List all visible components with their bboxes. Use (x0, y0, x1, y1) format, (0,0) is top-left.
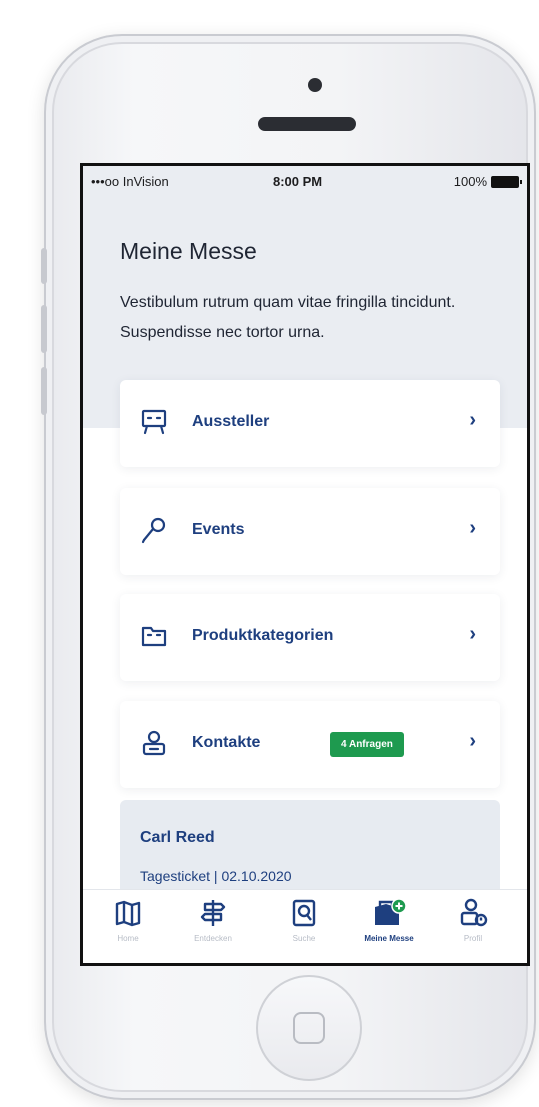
menu-item-label: Kontakte (192, 734, 261, 751)
volume-up-button (41, 305, 47, 353)
ticket-info: Tagesticket | 02.10.2020 (140, 868, 292, 884)
home-button-square (293, 1012, 325, 1044)
menu-item-produktkategorien[interactable]: Produktkategorien › (120, 594, 500, 681)
tab-entdecken[interactable]: Entdecken (173, 898, 253, 943)
menu-item-events[interactable]: Events › (120, 488, 500, 575)
chevron-right-icon: › (469, 623, 476, 645)
volume-down-button (41, 367, 47, 415)
battery-percent: 100% (453, 174, 487, 189)
battery-indicator: 100% (453, 174, 522, 189)
requests-badge: 4 Anfragen (330, 732, 404, 757)
clock: 8:00 PM (273, 174, 323, 189)
tab-label: Suche (292, 934, 316, 943)
tab-label: Entdecken (194, 934, 232, 943)
chevron-right-icon: › (469, 409, 476, 431)
menu-item-kontakte[interactable]: Kontakte 4 Anfragen › (120, 701, 500, 788)
chevron-right-icon: › (469, 517, 476, 539)
tab-bar: Home Entdecken Suche Meine Messe Profil (83, 889, 527, 963)
tab-suche[interactable]: Suche (264, 898, 344, 943)
presentation-board-icon (141, 409, 167, 435)
front-camera (308, 78, 322, 92)
tab-home[interactable]: Home (88, 898, 168, 943)
earpiece-speaker (258, 117, 356, 131)
home-button[interactable] (256, 975, 362, 1081)
bag-plus-icon (375, 898, 407, 925)
page-description: Vestibulum rutrum quam vitae fringilla t… (120, 294, 456, 341)
tab-meine-messe[interactable]: Meine Messe (349, 898, 429, 943)
app-screen: •••oo InVision 8:00 PM 100% Meine Messe … (80, 163, 530, 966)
menu-item-label: Aussteller (192, 413, 270, 430)
chevron-right-icon: › (469, 730, 476, 752)
map-icon (115, 900, 141, 927)
signpost-icon (200, 900, 226, 926)
ticket-holder-name: Carl Reed (140, 829, 215, 846)
menu-item-aussteller[interactable]: Aussteller › (120, 380, 500, 467)
tab-label: Meine Messe (364, 934, 414, 943)
tab-label: Home (117, 934, 139, 943)
carrier-label: •••oo InVision (91, 174, 169, 189)
folder-icon (141, 626, 167, 647)
silent-switch (41, 248, 47, 284)
page-title: Meine Messe (120, 238, 257, 264)
menu-item-label: Produktkategorien (192, 627, 334, 644)
microphone-icon (141, 517, 166, 544)
battery-icon (491, 175, 522, 188)
contact-person-icon (142, 730, 166, 756)
status-bar: •••oo InVision 8:00 PM 100% (83, 166, 527, 196)
profile-icon (460, 898, 488, 927)
tab-label: Profil (463, 934, 483, 943)
menu-item-label: Events (192, 521, 245, 538)
tab-profil[interactable]: Profil (433, 898, 513, 943)
search-book-icon (292, 899, 316, 927)
